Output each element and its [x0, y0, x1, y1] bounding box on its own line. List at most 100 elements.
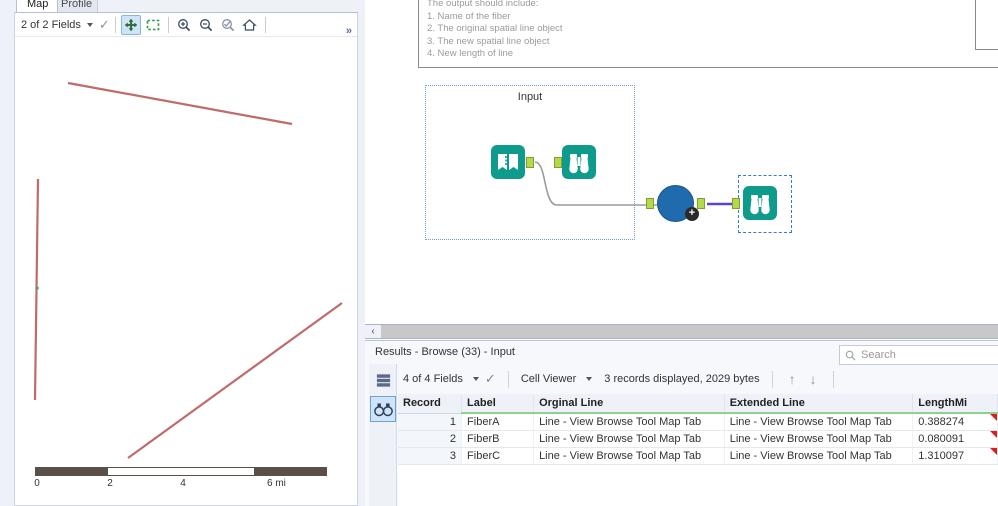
- canvas-horizontal-scrollbar[interactable]: ‹: [365, 324, 998, 339]
- scroll-up-icon[interactable]: ↑: [785, 371, 800, 387]
- results-divider-2: [771, 370, 773, 388]
- comment-box-text: The output should include: 1. Name of th…: [427, 0, 563, 59]
- scale-label-2: 2: [107, 478, 113, 489]
- map-line-fiber-c[interactable]: [127, 302, 343, 459]
- cell-lengthmi: 0.080091: [912, 430, 998, 448]
- scroll-down-icon[interactable]: ↓: [806, 371, 821, 387]
- map-features-layer: [33, 81, 343, 459]
- results-data-grid[interactable]: Record Label Orginal Line Extended Line …: [398, 394, 998, 506]
- results-panel: Results - Browse (33) - Input 4 of 4 Fie…: [365, 340, 998, 506]
- output-anchor-input-data[interactable]: [526, 157, 534, 168]
- results-table-icon[interactable]: [370, 367, 396, 393]
- records-displayed-label: 3 records displayed, 2029 bytes: [604, 373, 760, 385]
- chevron-down-icon[interactable]: [472, 377, 479, 381]
- column-header-record[interactable]: Record: [398, 394, 463, 414]
- scale-segment-1: [35, 467, 108, 476]
- table-header-row: Record Label Orginal Line Extended Line …: [398, 394, 998, 414]
- input-anchor-browse-input[interactable]: [554, 157, 562, 168]
- tool-container-label: Input: [517, 91, 543, 103]
- results-toolbar: 4 of 4 Fields ✓ Cell Viewer 3 records di…: [365, 364, 998, 394]
- map-fields-label[interactable]: 2 of 2 Fields: [21, 19, 81, 31]
- cell-label: FiberB: [461, 430, 535, 448]
- column-header-lengthmi[interactable]: LengthMi: [912, 394, 998, 414]
- chevron-down-icon[interactable]: [586, 377, 593, 381]
- cell-extended-line: Line - View Browse Tool Map Tab: [724, 430, 914, 448]
- cell-record: 1: [398, 413, 463, 431]
- scroll-left-button[interactable]: ‹: [365, 325, 381, 338]
- map-scale-bar: 0 2 4 6 mi: [34, 467, 335, 497]
- map-line-fiber-a[interactable]: [67, 81, 293, 126]
- comment-box-secondary[interactable]: [975, 0, 998, 50]
- chevron-down-icon[interactable]: [86, 22, 93, 27]
- cell-record: 2: [398, 430, 463, 448]
- workflow-canvas[interactable]: The output should include: 1. Name of th…: [365, 0, 998, 322]
- column-header-orginal-line[interactable]: Orginal Line: [533, 394, 725, 414]
- search-input[interactable]: Search: [861, 349, 896, 361]
- input-anchor-browse-output[interactable]: [732, 198, 740, 209]
- browse-tool-output[interactable]: [743, 186, 777, 220]
- results-title: Results - Browse (33) - Input: [375, 346, 515, 358]
- select-box-icon[interactable]: [143, 15, 163, 35]
- table-row[interactable]: 3 FiberC Line - View Browse Tool Map Tab…: [398, 447, 998, 465]
- map-expand-button[interactable]: »: [346, 25, 352, 37]
- cell-orginal-line: Line - View Browse Tool Map Tab: [533, 447, 725, 465]
- map-card: 2 of 2 Fields ✓ » 0 2 4 6 mi: [14, 12, 358, 506]
- binoculars-icon: [750, 195, 770, 215]
- scale-segment-4: [254, 467, 327, 476]
- binoculars-icon: [569, 154, 589, 174]
- cell-orginal-line: Line - View Browse Tool Map Tab: [533, 413, 725, 431]
- scale-segment-2: [108, 467, 181, 476]
- results-check-icon[interactable]: ✓: [485, 371, 496, 387]
- column-header-label[interactable]: Label: [461, 394, 535, 414]
- tab-map[interactable]: Map: [16, 0, 58, 12]
- scale-label-0: 0: [34, 478, 40, 489]
- macro-node-add-badge[interactable]: +: [685, 207, 699, 221]
- output-anchor-macro[interactable]: [697, 198, 705, 209]
- right-panel: The output should include: 1. Name of th…: [365, 0, 998, 506]
- zoom-out-icon[interactable]: [196, 15, 216, 35]
- cell-lengthmi: 0.388274: [912, 413, 998, 431]
- scale-label-6mi: 6 mi: [267, 478, 286, 489]
- cell-extended-line: Line - View Browse Tool Map Tab: [724, 447, 914, 465]
- search-icon: [845, 350, 856, 361]
- toolbar-divider-3: [264, 16, 266, 33]
- input-anchor-macro[interactable]: [646, 198, 654, 209]
- column-header-extended-line[interactable]: Extended Line: [724, 394, 914, 414]
- results-divider-1: [507, 370, 509, 388]
- results-fields-label[interactable]: 4 of 4 Fields: [403, 373, 463, 385]
- toolbar-divider: [114, 16, 116, 33]
- results-table: Record Label Orginal Line Extended Line …: [398, 394, 998, 465]
- cell-lengthmi: 1.310097: [912, 447, 998, 465]
- table-row[interactable]: 1 FiberA Line - View Browse Tool Map Tab…: [398, 413, 998, 431]
- table-row[interactable]: 2 FiberB Line - View Browse Tool Map Tab…: [398, 430, 998, 448]
- scale-segment-3: [181, 467, 254, 476]
- tab-map-label: Map: [27, 0, 49, 10]
- zoom-home-icon[interactable]: [240, 15, 260, 35]
- results-search-box[interactable]: Search: [839, 345, 998, 365]
- browse-tool-input[interactable]: [562, 145, 596, 179]
- cell-label: FiberC: [461, 447, 535, 465]
- cell-label: FiberA: [461, 413, 535, 431]
- map-canvas[interactable]: [16, 38, 357, 478]
- toolbar-divider-2: [167, 16, 169, 33]
- zoom-in-icon[interactable]: [174, 15, 194, 35]
- input-data-tool[interactable]: [491, 145, 525, 179]
- map-panel: Map Profile 2 of 2 Fields ✓ » 0 2 4 6 mi: [0, 0, 365, 506]
- zoom-to-selection-icon[interactable]: [218, 15, 238, 35]
- comment-box-output-spec[interactable]: The output should include: 1. Name of th…: [418, 0, 998, 68]
- book-icon: [498, 154, 518, 170]
- map-vertex-marker: [35, 286, 39, 290]
- tab-profile-label: Profile: [61, 0, 93, 10]
- cell-extended-line: Line - View Browse Tool Map Tab: [724, 413, 914, 431]
- map-tabstrip: Map Profile: [0, 0, 365, 12]
- pan-tool-icon[interactable]: [120, 14, 141, 35]
- field-check-icon[interactable]: ✓: [99, 17, 110, 33]
- cell-record: 3: [398, 447, 463, 465]
- results-divider-3: [832, 370, 834, 388]
- cell-orginal-line: Line - View Browse Tool Map Tab: [533, 430, 725, 448]
- results-view-tabs: [369, 364, 397, 506]
- results-browse-icon[interactable]: [370, 396, 396, 422]
- cell-viewer-label[interactable]: Cell Viewer: [521, 373, 576, 385]
- map-toolbar: 2 of 2 Fields ✓: [15, 13, 357, 37]
- scale-label-4: 4: [180, 478, 186, 489]
